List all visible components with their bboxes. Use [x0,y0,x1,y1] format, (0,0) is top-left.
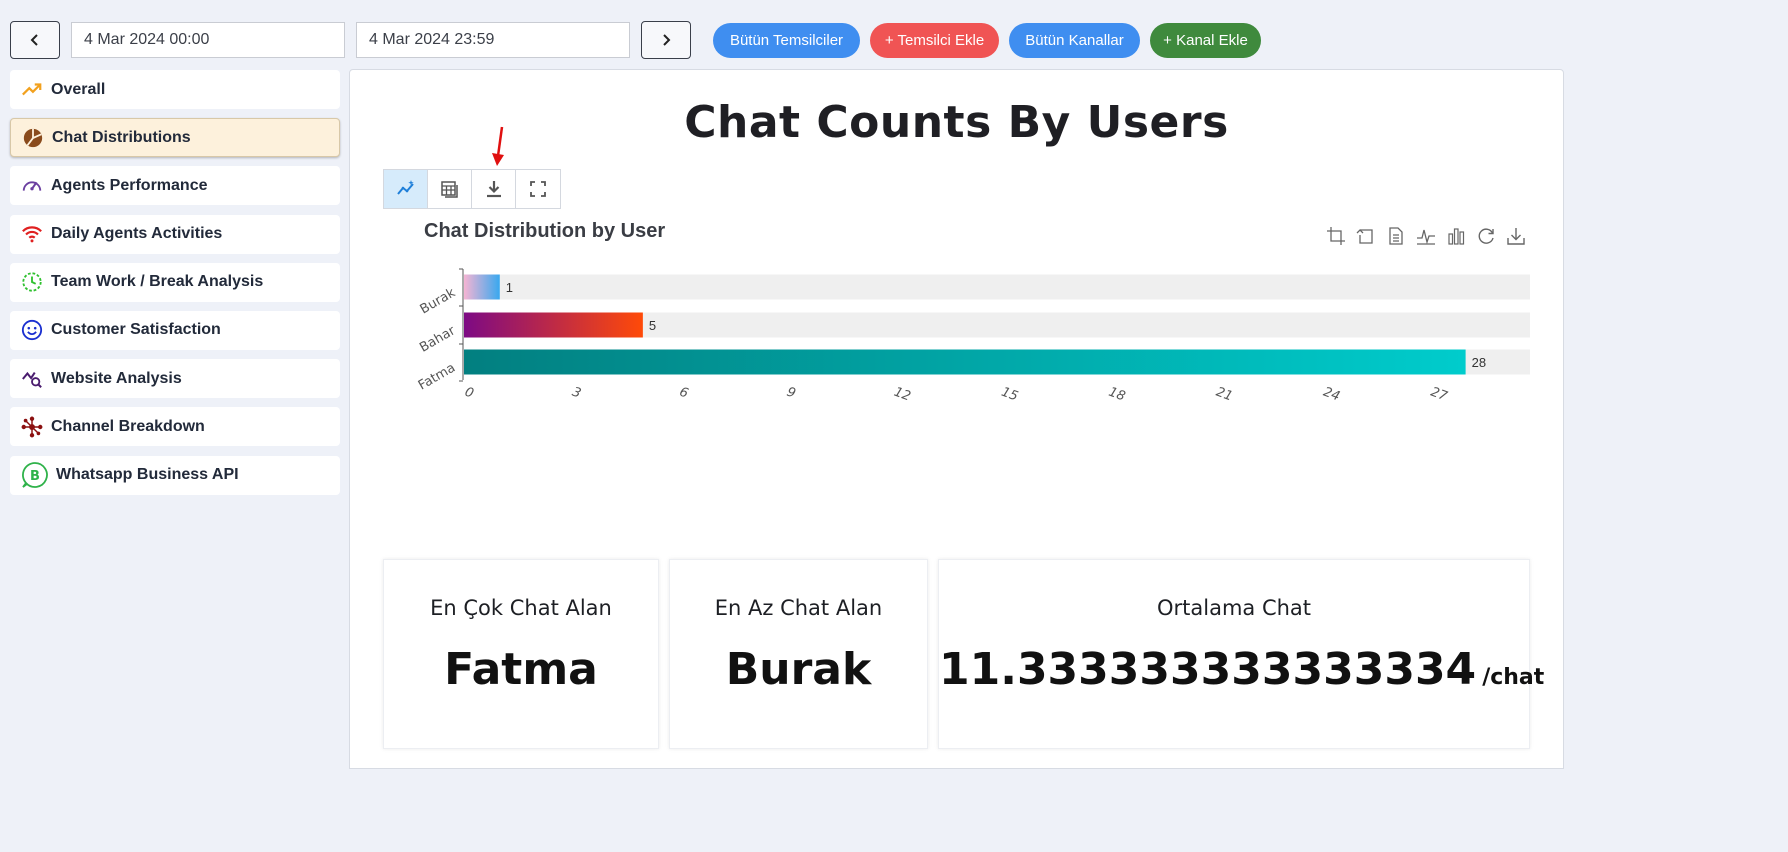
sidebar-item-label: Website Analysis [51,369,182,387]
fullscreen-icon [530,181,546,197]
chevron-left-icon [30,34,38,46]
chart-view-toolbox [383,169,561,209]
undo-zoom-icon [1356,229,1373,244]
sidebar-item-daily-agents-activities[interactable]: Daily Agents Activities [10,214,340,254]
sidebar-item-overall[interactable]: Overall [10,70,340,109]
least-chats-label: En Az Chat Alan [714,596,883,620]
bar-value-label: 1 [506,280,513,295]
sidebar-item-label: Chat Distributions [52,128,191,146]
analytics-search-icon [20,367,44,391]
add-channel-button[interactable]: + Kanal Ekle [1150,23,1261,58]
svg-text:B: B [30,469,40,484]
average-chat-value: 11.333333333333334 [939,644,1477,695]
zoom-back-button[interactable] [1355,225,1377,247]
crop-icon [1327,227,1345,245]
sidebar-item-label: Team Work / Break Analysis [51,273,264,291]
x-tick-label: 27 [1428,385,1449,405]
all-agents-button[interactable]: Bütün Temsilciler [713,23,860,58]
bar-value-label: 28 [1472,355,1486,370]
bar-fatma [464,349,1466,375]
sidebar-item-agents-performance[interactable]: Agents Performance [10,166,340,206]
sidebar-item-website-analysis[interactable]: Website Analysis [10,359,340,399]
sidebar-item-label: Customer Satisfaction [51,321,221,339]
sidebar: Overall Chat Distributions Agents Perfor… [10,70,340,504]
line-chart-switch-button[interactable] [1415,225,1437,247]
bar-burak [464,274,500,300]
category-label: Burak [418,285,459,317]
network-icon [20,415,44,439]
sidebar-item-label: Overall [51,80,106,98]
data-view-button[interactable] [1385,225,1407,247]
fullscreen-button[interactable] [516,170,560,208]
refresh-icon [1478,228,1494,244]
chart-view-button[interactable] [384,170,428,208]
x-tick-label: 24 [1321,385,1342,405]
least-chats-value: Burak [725,644,872,695]
start-date-input[interactable]: 4 Mar 2024 00:00 [71,22,345,58]
end-date-input[interactable]: 4 Mar 2024 23:59 [356,22,630,58]
chat-distribution-bar-chart: 1 Burak 5 Bahar 28 Fatma 0 3 6 9 12 15 18 21 24 27 [416,268,1530,405]
pie-chart-icon [21,126,45,150]
bar-chart-icon [1448,228,1465,245]
bar-chart-switch-button[interactable] [1445,225,1467,247]
category-label: Fatma [416,360,458,393]
x-tick-label: 18 [1107,385,1128,405]
restore-button[interactable] [1475,225,1497,247]
add-agent-button[interactable]: + Temsilci Ekle [870,23,999,58]
table-icon [440,181,458,198]
average-chat-value-row: 11.333333333333334/chat [939,644,1544,695]
document-icon [1389,227,1403,245]
x-tick-label: 0 [463,385,476,402]
trend-up-icon [20,78,44,102]
x-tick-label: 12 [892,385,913,405]
chart-title: Chat Distribution by User [424,220,666,242]
x-tick-label: 21 [1214,385,1235,405]
whatsapp-business-icon: B [20,462,50,488]
sidebar-item-label: Daily Agents Activities [51,225,223,243]
next-date-button[interactable] [641,21,691,59]
sidebar-item-label: Whatsapp Business API [56,466,239,483]
main-panel: Chat Counts By Users Chat Distribution b… [349,69,1564,769]
zoom-select-button[interactable] [1325,225,1347,247]
average-chat-unit: /chat [1482,665,1545,690]
x-tick-label: 15 [999,385,1020,405]
chevron-right-icon [663,34,671,46]
x-tick-label: 6 [677,385,690,402]
gauge-icon [20,174,44,198]
sidebar-item-team-work-break[interactable]: Team Work / Break Analysis [10,262,340,302]
sidebar-item-channel-breakdown[interactable]: Channel Breakdown [10,407,340,447]
save-image-icon [1507,228,1525,245]
save-image-button[interactable] [1505,225,1527,247]
download-icon [486,181,501,198]
sidebar-item-label: Channel Breakdown [51,417,205,435]
chart-toolbox [1325,225,1527,247]
sidebar-item-whatsapp-business-api[interactable]: B Whatsapp Business API [10,455,340,495]
sidebar-item-label: Agents Performance [51,176,208,194]
red-arrow-annotation [492,126,504,166]
page-title: Chat Counts By Users [684,97,1229,148]
clock-icon [20,270,44,294]
x-tick-label: 9 [785,385,798,402]
wifi-icon [20,222,44,246]
smiley-icon [20,318,44,342]
bar-bahar [464,312,643,338]
chart-sparkle-icon [396,180,414,195]
sidebar-item-chat-distributions[interactable]: Chat Distributions [10,118,340,158]
all-channels-button[interactable]: Bütün Kanallar [1009,23,1140,58]
sidebar-item-customer-satisfaction[interactable]: Customer Satisfaction [10,310,340,350]
prev-date-button[interactable] [10,21,60,59]
line-chart-icon [1417,229,1435,245]
most-chats-label: En Çok Chat Alan [430,596,612,620]
table-view-button[interactable] [428,170,472,208]
most-chats-card: En Çok Chat Alan Fatma [383,559,659,749]
download-button[interactable] [472,170,516,208]
bar-background [464,274,1530,300]
category-label: Bahar [417,323,458,356]
most-chats-value: Fatma [444,644,598,695]
bar-value-label: 5 [649,318,656,333]
x-tick-label: 3 [570,385,583,402]
average-chat-card: Ortalama Chat 11.333333333333334/chat [938,559,1544,749]
least-chats-card: En Az Chat Alan Burak [669,559,928,749]
average-chat-label: Ortalama Chat [1156,596,1312,620]
